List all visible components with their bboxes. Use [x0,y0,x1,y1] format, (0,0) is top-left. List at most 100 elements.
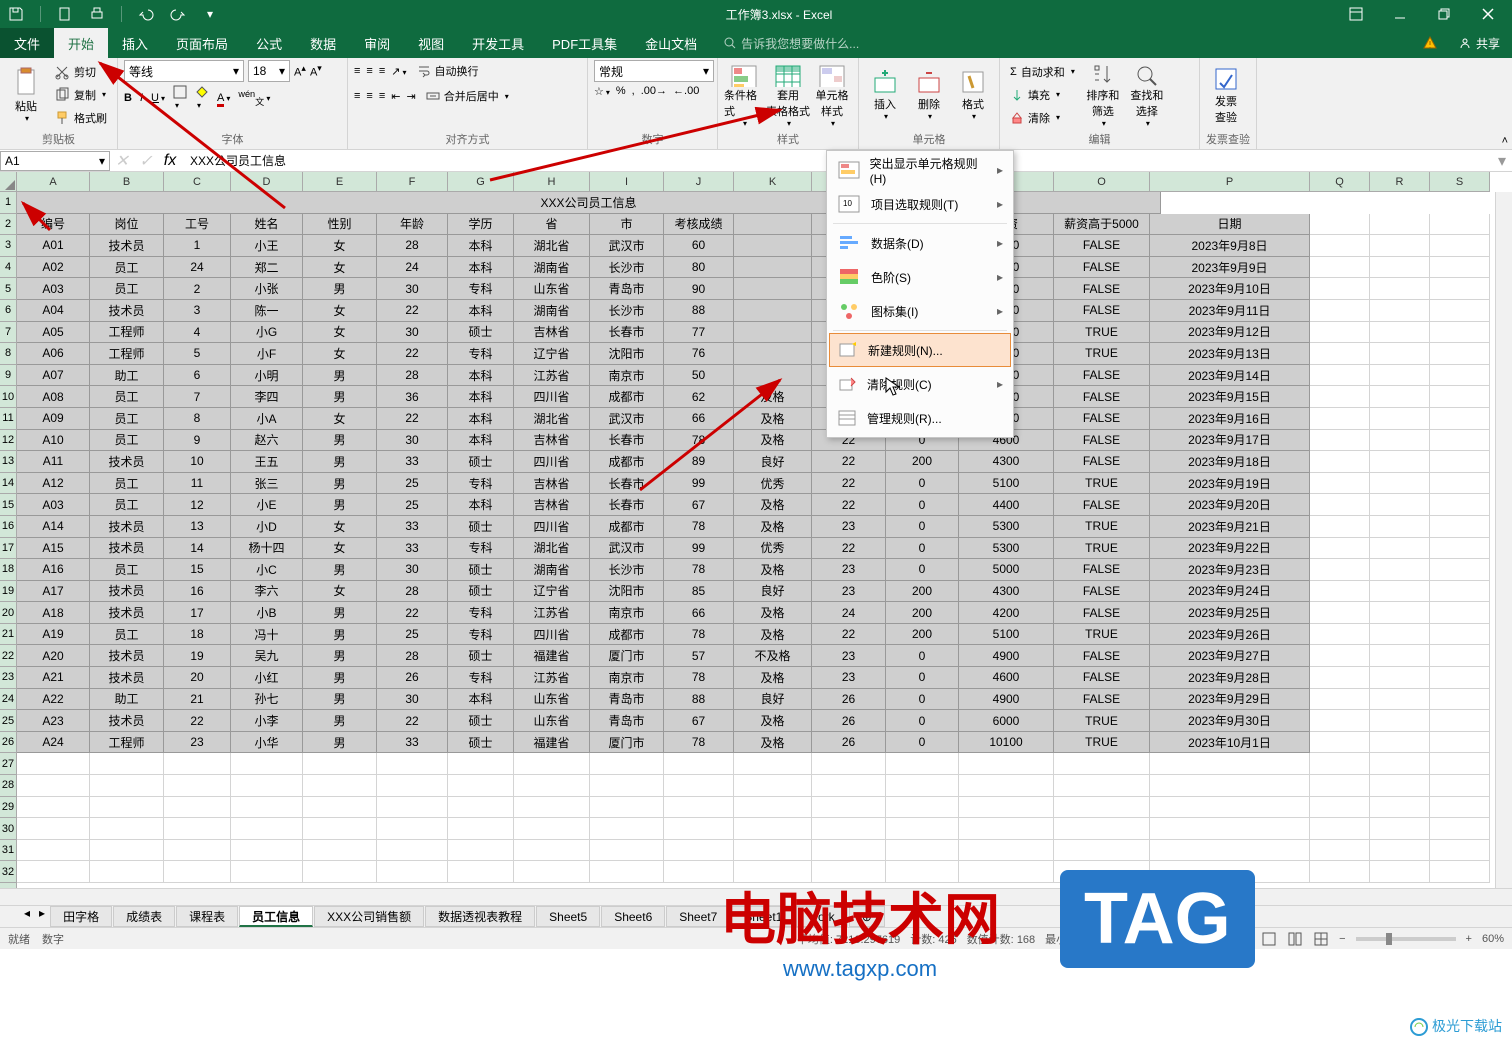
tab-home[interactable]: 开始 [54,28,108,58]
percent-icon[interactable]: % [616,85,626,98]
cell[interactable] [1430,667,1490,689]
cell[interactable] [231,840,303,862]
cell[interactable]: 女 [303,322,377,344]
cell[interactable]: 2023年9月8日 [1150,235,1310,257]
cell[interactable]: 张三 [231,473,303,495]
cell[interactable]: 长沙市 [590,559,664,581]
cell[interactable]: FALSE [1054,689,1150,711]
cell[interactable]: 四川省 [514,624,590,646]
cell[interactable]: 良好 [734,581,812,603]
cell[interactable]: 福建省 [514,645,590,667]
column-header[interactable]: B [90,172,164,191]
cell[interactable]: 30 [377,689,448,711]
cell[interactable]: 57 [664,645,734,667]
tab-review[interactable]: 审阅 [350,28,404,58]
cell[interactable]: A14 [17,516,90,538]
cell[interactable] [448,840,514,862]
cell[interactable]: TRUE [1054,473,1150,495]
cell[interactable]: 技术员 [90,538,164,560]
cell[interactable] [886,797,959,819]
cell[interactable] [1370,386,1430,408]
cell[interactable] [664,818,734,840]
cell[interactable]: 市 [590,214,664,236]
cell[interactable]: 男 [303,386,377,408]
cell[interactable]: 2023年9月14日 [1150,365,1310,387]
cell[interactable]: 及格 [734,430,812,452]
cell[interactable]: 23 [812,667,886,689]
cell[interactable]: 33 [377,451,448,473]
cell[interactable]: A12 [17,473,90,495]
cell[interactable]: 男 [303,451,377,473]
cell[interactable] [1430,343,1490,365]
cell[interactable] [448,797,514,819]
cell[interactable]: 15 [164,559,231,581]
cell[interactable]: 成都市 [590,516,664,538]
cell[interactable] [17,840,90,862]
cell[interactable]: 5 [164,343,231,365]
cell[interactable] [1430,538,1490,560]
cell[interactable] [1310,624,1370,646]
sheet-tab[interactable]: Sheet1 [731,906,795,927]
cell[interactable] [1150,818,1310,840]
cell[interactable]: 2023年9月10日 [1150,278,1310,300]
cell[interactable] [1370,473,1430,495]
underline-button[interactable]: U▾ [151,92,165,104]
select-all-button[interactable] [0,172,17,192]
decrease-decimal-icon[interactable]: ←.00 [673,85,699,98]
cell[interactable] [812,861,886,883]
cell[interactable]: 良好 [734,689,812,711]
cell[interactable]: 年龄 [377,214,448,236]
cell[interactable] [590,861,664,883]
cell[interactable] [514,775,590,797]
row-header[interactable]: 8 [0,343,16,365]
cell[interactable] [1370,343,1430,365]
new-icon[interactable] [53,2,77,26]
autosum-button[interactable]: Σ 自动求和▾ [1006,61,1079,83]
cell[interactable]: 200 [886,602,959,624]
cell[interactable]: 考核成绩 [664,214,734,236]
cell[interactable]: 2023年9月17日 [1150,430,1310,452]
cell[interactable]: 及格 [734,516,812,538]
row-header[interactable]: 26 [0,732,16,754]
clear-button[interactable]: 清除▾ [1006,107,1079,129]
cell[interactable] [734,861,812,883]
cell[interactable]: FALSE [1054,602,1150,624]
cell[interactable] [303,818,377,840]
cell[interactable]: 学历 [448,214,514,236]
cell[interactable]: 女 [303,516,377,538]
cell[interactable]: 88 [664,300,734,322]
cell[interactable]: 湖南省 [514,257,590,279]
cell[interactable]: 技术员 [90,235,164,257]
cell[interactable] [90,753,164,775]
cell[interactable]: 冯十 [231,624,303,646]
cell[interactable]: 24 [812,602,886,624]
cell[interactable]: 薪资高于5000 [1054,214,1150,236]
cell[interactable]: 工程师 [90,732,164,754]
cell[interactable] [1430,257,1490,279]
column-header[interactable]: O [1054,172,1150,191]
cell[interactable]: TRUE [1054,322,1150,344]
cell[interactable]: 男 [303,689,377,711]
cell[interactable]: 67 [664,494,734,516]
tab-nav-next-icon[interactable]: ▸ [35,906,49,927]
cell[interactable]: 2023年9月12日 [1150,322,1310,344]
cell[interactable]: 30 [377,559,448,581]
cell[interactable]: 赵六 [231,430,303,452]
cell[interactable] [377,861,448,883]
cell[interactable] [734,753,812,775]
cell[interactable] [1430,775,1490,797]
cell[interactable]: 21 [164,689,231,711]
cell[interactable] [959,753,1054,775]
cell[interactable]: 男 [303,430,377,452]
column-header[interactable]: A [17,172,90,191]
collapse-ribbon-icon[interactable]: ˄ [1502,135,1508,147]
cell[interactable] [164,840,231,862]
cell[interactable] [1370,365,1430,387]
currency-icon[interactable]: ☆▾ [594,85,610,98]
cell[interactable]: 78 [664,667,734,689]
cell[interactable] [812,753,886,775]
cell[interactable]: 专科 [448,602,514,624]
row-header[interactable]: 18 [0,559,16,581]
cell[interactable] [664,753,734,775]
cell[interactable] [1370,602,1430,624]
